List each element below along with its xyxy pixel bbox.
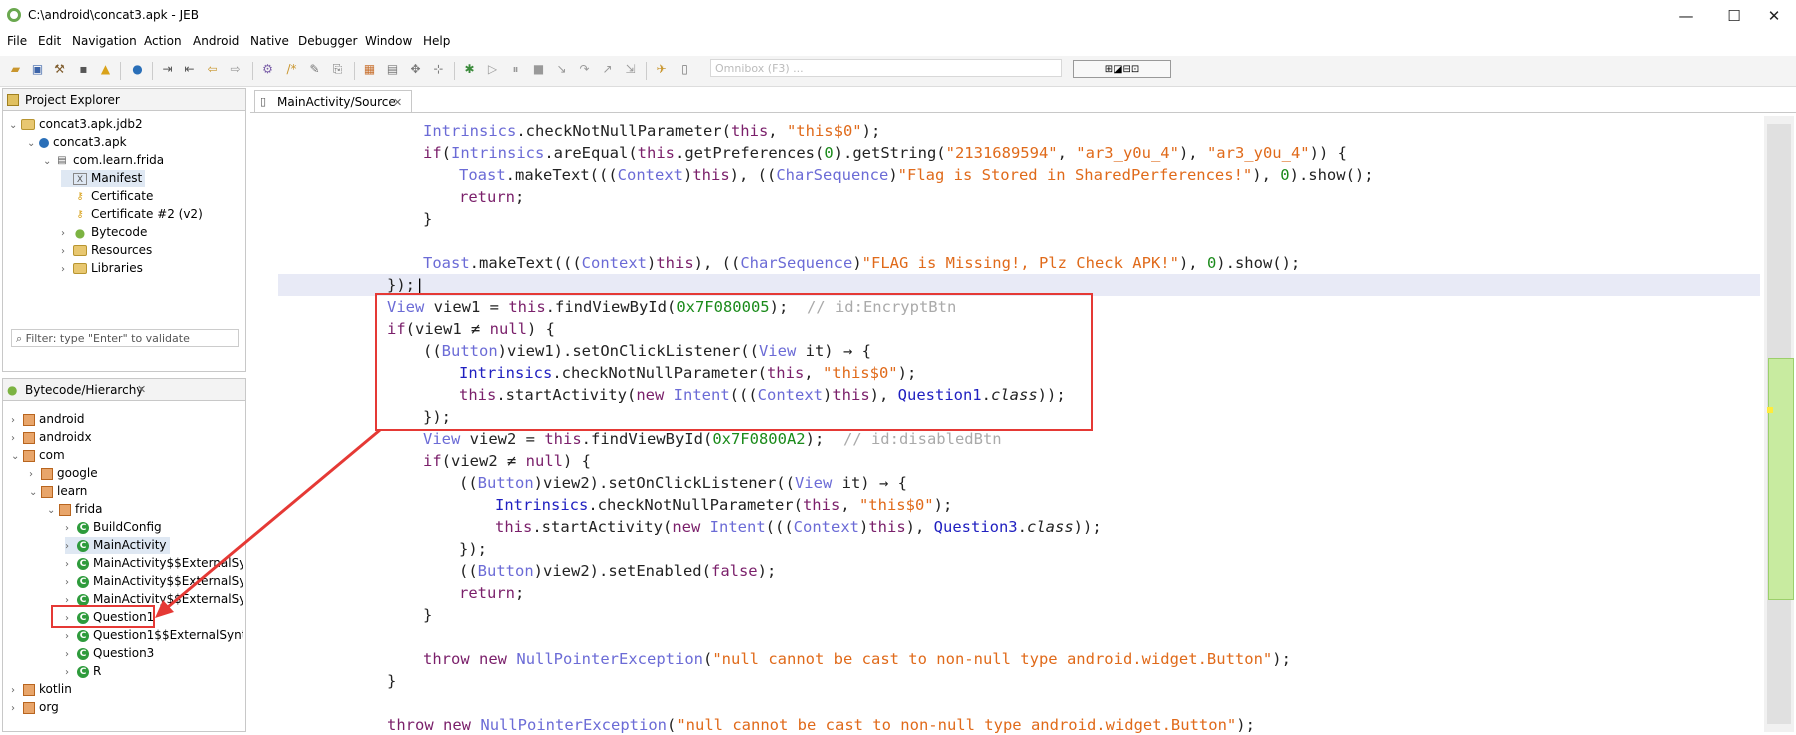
annotation-arrow-line	[161, 428, 381, 614]
annotation-arrow	[155, 428, 381, 618]
